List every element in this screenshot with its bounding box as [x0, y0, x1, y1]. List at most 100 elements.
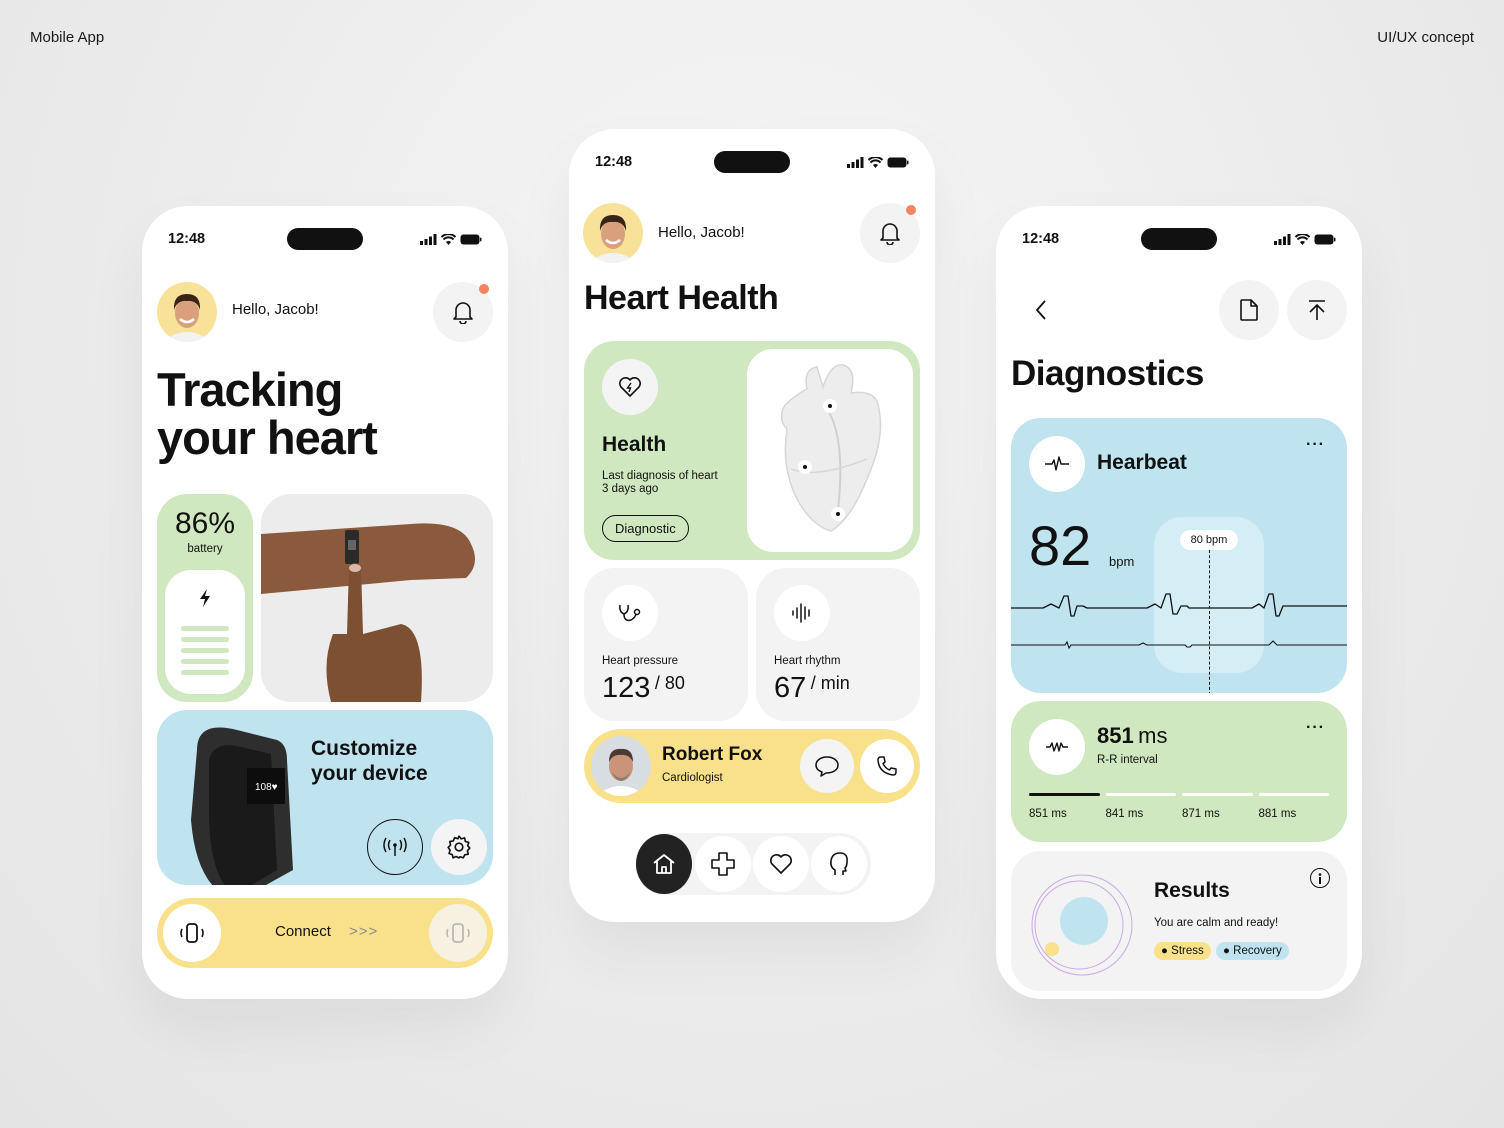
info-button[interactable] [1310, 868, 1330, 888]
tag-recovery-label: Recovery [1233, 945, 1282, 957]
connect-slider[interactable]: Connect >>> [157, 898, 493, 968]
rr-unit: ms [1138, 723, 1168, 748]
health-title: Health [602, 433, 667, 456]
rr-interval-tab[interactable]: 871 ms [1182, 793, 1253, 820]
wireless-button[interactable] [367, 819, 423, 875]
rr-tab-indicator [1258, 793, 1329, 796]
plus-icon [711, 852, 735, 876]
health-card[interactable]: Health Last diagnosis of heart 3 days ag… [584, 341, 920, 560]
page-title: Diagnostics [1011, 354, 1204, 393]
bottom-nav [635, 833, 871, 895]
dynamic-island [287, 228, 363, 250]
health-desc-line-1: Last diagnosis of heart [602, 470, 718, 482]
nav-home[interactable] [636, 834, 692, 894]
notifications-button[interactable] [433, 282, 493, 342]
tag-recovery[interactable]: ● Recovery [1216, 942, 1289, 960]
heartbeat-more-button[interactable]: ··· [1306, 436, 1325, 454]
share-button[interactable] [1287, 280, 1347, 340]
wifi-icon [441, 233, 456, 245]
rhythm-icon-badge [774, 585, 830, 641]
status-bar: 12:48 [1022, 228, 1336, 250]
rr-interval-card[interactable]: 851 ms R-R interval ··· 851 ms 841 ms 871 … [1011, 701, 1347, 842]
battery-label: battery [187, 543, 223, 555]
status-icons [420, 233, 482, 245]
bell-icon [880, 223, 900, 245]
dynamic-island [714, 151, 790, 173]
phone-heart-health: 12:48 Hello, Jacob! Heart Health Health … [569, 129, 935, 922]
message-button[interactable] [800, 739, 854, 793]
battery-gauge [165, 570, 245, 694]
status-icons [847, 156, 909, 168]
heart-3d-image [747, 349, 913, 552]
pressure-unit: / 80 [654, 673, 685, 693]
rr-tab-label: 841 ms [1105, 808, 1144, 820]
rhythm-value: 67 [774, 672, 807, 704]
bpm-unit: bpm [1109, 554, 1135, 569]
watch-vibrate-icon-faded [446, 923, 470, 943]
rhythm-reading: 67 / min [774, 672, 850, 705]
notifications-button[interactable] [860, 203, 920, 263]
heart-bolt-icon [619, 377, 641, 397]
connect-target [429, 904, 487, 962]
pressure-value: 123 [602, 672, 651, 704]
rr-tab-indicator [1029, 793, 1100, 796]
document-icon [1240, 299, 1258, 321]
doctor-name: Robert Fox [662, 744, 763, 765]
title-line-2: your heart [157, 411, 378, 464]
diagnostic-button[interactable]: Diagnostic [602, 515, 689, 542]
rhythm-label: Heart rhythm [774, 655, 841, 667]
nav-medical[interactable] [695, 836, 751, 892]
status-time: 12:48 [168, 231, 206, 247]
call-button[interactable] [860, 739, 914, 793]
phone-diagnostics: 12:48 Diagnostics Hearbeat ··· 82 bpm 80… [996, 206, 1362, 999]
results-orbit-graphic [1031, 874, 1133, 976]
doctor-card[interactable]: Robert Fox Cardiologist [584, 729, 920, 803]
status-time: 12:48 [595, 154, 633, 170]
customize-line-1: Customize [311, 737, 418, 760]
heart-icon [770, 854, 792, 874]
results-description: You are calm and ready! [1154, 917, 1279, 929]
settings-button[interactable] [431, 819, 487, 875]
sound-wave-icon [792, 603, 810, 623]
results-card[interactable]: Results You are calm and ready! ● Stress… [1011, 851, 1347, 991]
customize-device-card[interactable]: 108♥ Customize your device [157, 710, 493, 885]
battery-card[interactable]: 86% battery [157, 494, 253, 702]
chat-bubble-icon [815, 756, 839, 777]
rr-tab-label: 871 ms [1182, 808, 1220, 820]
rr-more-button[interactable]: ··· [1306, 719, 1325, 737]
watch-vibrate-icon [180, 923, 204, 943]
heart-rhythm-card[interactable]: Heart rhythm 67 / min [756, 568, 920, 721]
phone-tracking: 12:48 Hello, Jacob! Tracking your heart … [142, 206, 508, 999]
dynamic-island [1141, 228, 1217, 250]
rr-tab-indicator [1182, 793, 1253, 796]
tag-stress[interactable]: ● Stress [1154, 942, 1211, 960]
heartbeat-card[interactable]: Hearbeat ··· 82 bpm 80 bpm [1011, 418, 1347, 693]
title-line-1: Tracking [157, 363, 343, 416]
rr-icon-badge [1029, 719, 1085, 775]
connect-label: Connect [275, 923, 331, 940]
notification-dot [906, 205, 916, 215]
signal-icon [847, 156, 864, 168]
status-time: 12:48 [1022, 231, 1060, 247]
customize-title: Customize your device [311, 736, 428, 786]
nav-heart[interactable] [753, 836, 809, 892]
connect-slider-handle[interactable] [163, 904, 221, 962]
rr-interval-tab[interactable]: 881 ms [1258, 793, 1329, 820]
rr-interval-tab[interactable]: 851 ms [1029, 793, 1100, 820]
connect-arrows: >>> [349, 923, 379, 940]
page-title: Tracking your heart [157, 363, 378, 464]
heart-pressure-card[interactable]: Heart pressure 123 / 80 [584, 568, 748, 721]
status-icons [1274, 233, 1336, 245]
document-button[interactable] [1219, 280, 1279, 340]
back-button[interactable] [1016, 280, 1066, 340]
info-icon [1318, 872, 1322, 884]
status-bar: 12:48 [595, 151, 909, 173]
nav-profile[interactable] [811, 836, 867, 892]
rr-interval-tab[interactable]: 841 ms [1105, 793, 1176, 820]
heartbeat-icon-badge [1029, 436, 1085, 492]
user-avatar[interactable] [157, 282, 217, 342]
results-title: Results [1154, 879, 1230, 902]
battery-value: 86% [174, 507, 236, 540]
battery-icon [460, 234, 482, 244]
user-avatar[interactable] [583, 203, 643, 263]
